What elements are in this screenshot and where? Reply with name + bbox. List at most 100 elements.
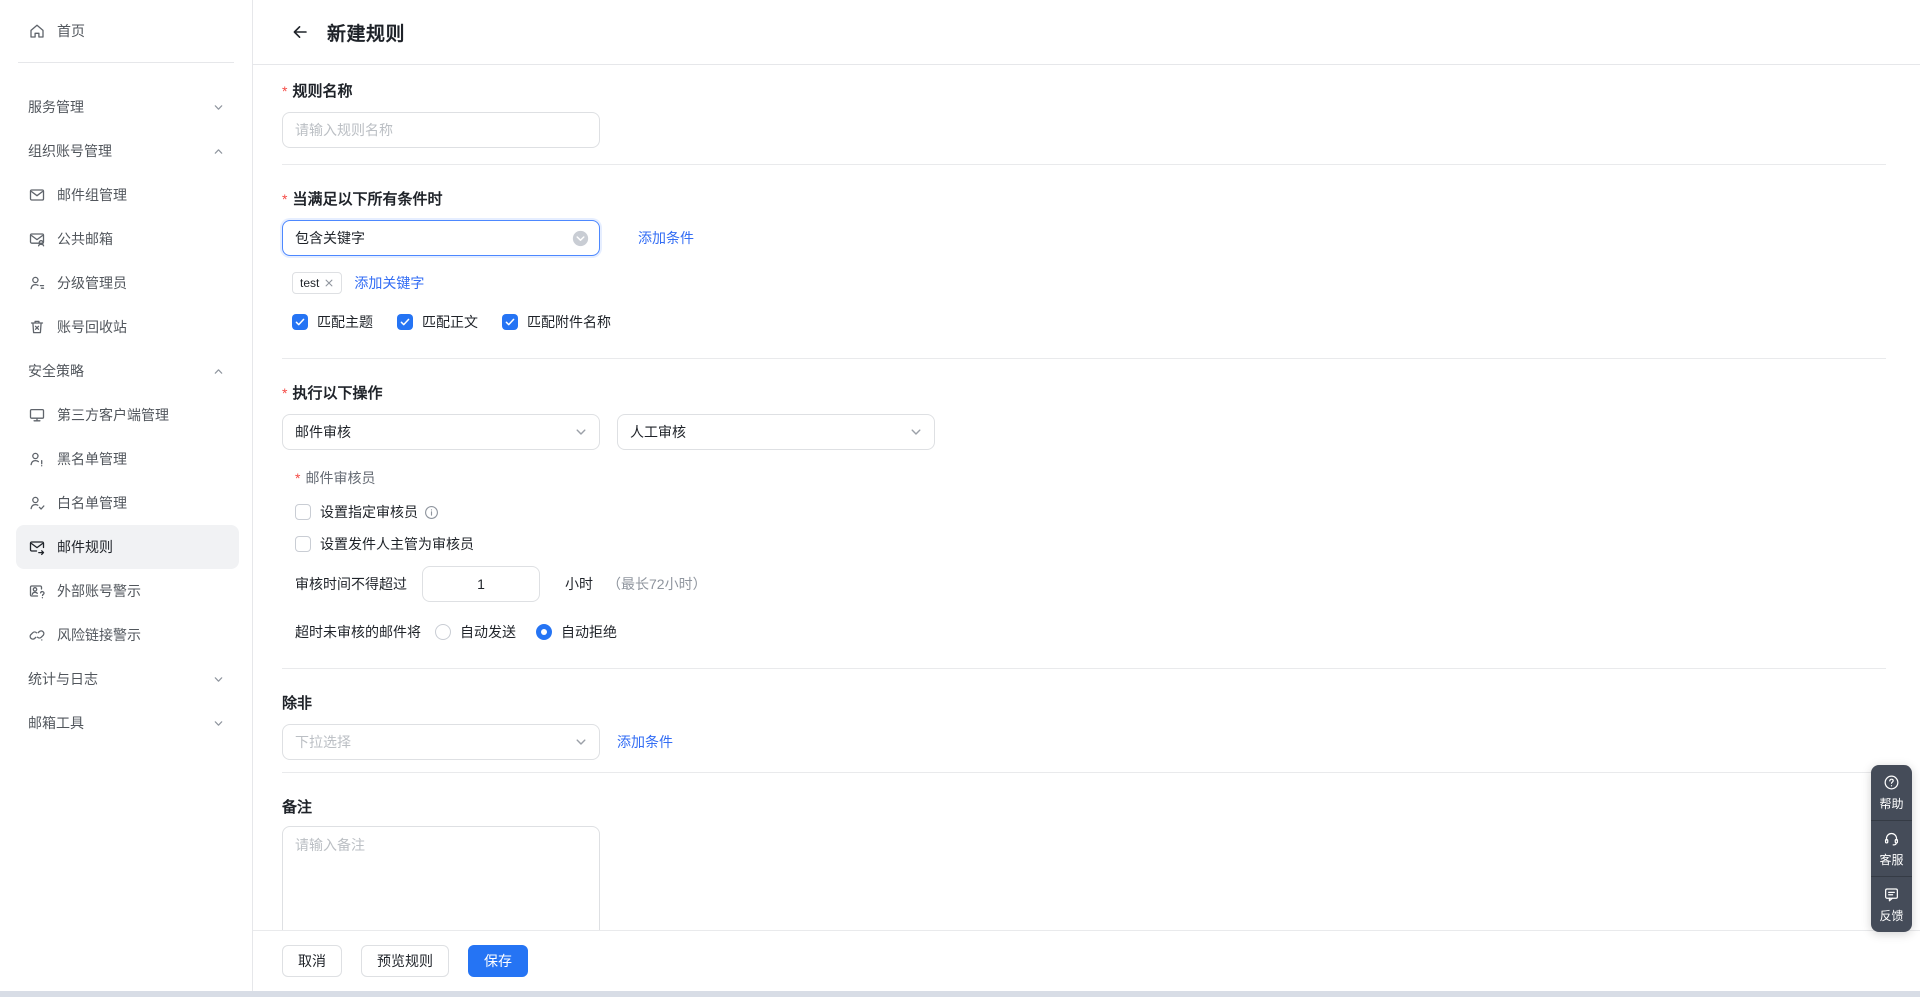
select-placeholder: 下拉选择 xyxy=(295,732,573,752)
except-row: 下拉选择 添加条件 xyxy=(282,724,1886,760)
rule-form: * 规则名称 * 当满足以下所有条件时 包含关键字 添加条件 xyxy=(253,65,1920,997)
app-window: 首页 服务管理 组织账号管理 邮件组管理 公共邮箱 分级管理员 账号回收站 xyxy=(0,0,1920,997)
save-button[interactable]: 保存 xyxy=(468,945,528,977)
checkbox-unchecked-icon[interactable] xyxy=(295,504,311,520)
review-hours-input[interactable] xyxy=(422,566,540,602)
whitelist-icon xyxy=(28,494,46,512)
sidebar-group-mailbox-tools[interactable]: 邮箱工具 xyxy=(0,701,252,745)
match-subject-checkbox[interactable]: 匹配主题 xyxy=(292,312,373,332)
select-value: 邮件审核 xyxy=(295,422,573,442)
customer-service-button[interactable]: 客服 xyxy=(1871,820,1912,876)
select-arrow-circle-icon xyxy=(572,230,589,247)
sidebar-item-grade-admin[interactable]: 分级管理员 xyxy=(0,261,252,305)
sidebar-item-third-party-client[interactable]: 第三方客户端管理 xyxy=(0,393,252,437)
timeout-prefix: 超时未审核的邮件将 xyxy=(295,622,421,642)
help-button[interactable]: 帮助 xyxy=(1871,765,1912,820)
radio-unchecked-icon[interactable] xyxy=(435,624,451,640)
sender-manager-reviewer-checkbox[interactable]: 设置发件人主管为审核员 xyxy=(295,534,1886,554)
info-icon[interactable] xyxy=(424,505,439,520)
auto-send-radio[interactable]: 自动发送 xyxy=(435,622,516,642)
action-selects-row: 邮件审核 人工审核 xyxy=(282,414,1886,450)
remark-label: 备注 xyxy=(282,797,1886,818)
feedback-label: 反馈 xyxy=(1879,907,1903,924)
external-account-alert-icon xyxy=(28,582,46,600)
checkbox-label: 匹配附件名称 xyxy=(527,312,611,332)
horizontal-scrollbar[interactable] xyxy=(0,991,1920,997)
sidebar-group-label: 组织账号管理 xyxy=(28,141,213,161)
add-keyword-link[interactable]: 添加关键字 xyxy=(354,273,424,293)
conditions-label: * 当满足以下所有条件时 xyxy=(282,189,1886,210)
checkbox-unchecked-icon[interactable] xyxy=(295,536,311,552)
add-except-condition-link[interactable]: 添加条件 xyxy=(617,732,673,752)
label-text: 规则名称 xyxy=(292,81,352,102)
feedback-button[interactable]: 反馈 xyxy=(1871,876,1912,932)
sidebar-group-service-management[interactable]: 服务管理 xyxy=(0,85,252,129)
auto-reject-radio[interactable]: 自动拒绝 xyxy=(536,622,617,642)
sidebar-group-stats-logs[interactable]: 统计与日志 xyxy=(0,657,252,701)
actions-label: * 执行以下操作 xyxy=(282,383,1886,404)
match-body-checkbox[interactable]: 匹配正文 xyxy=(397,312,478,332)
checkbox-checked-icon[interactable] xyxy=(502,314,518,330)
checkbox-label: 设置发件人主管为审核员 xyxy=(320,534,474,554)
sidebar-item-recycle-bin[interactable]: 账号回收站 xyxy=(0,305,252,349)
sidebar-item-external-account-alert[interactable]: 外部账号警示 xyxy=(0,569,252,613)
checkbox-label: 匹配主题 xyxy=(317,312,373,332)
remove-keyword-icon[interactable] xyxy=(324,278,334,288)
condition-type-select[interactable]: 包含关键字 xyxy=(282,220,600,256)
float-toolbar: 帮助 客服 反馈 xyxy=(1871,765,1912,932)
match-attachment-name-checkbox[interactable]: 匹配附件名称 xyxy=(502,312,611,332)
label-text: 邮件审核员 xyxy=(305,468,375,488)
time-unit: 小时 xyxy=(565,574,593,594)
sidebar-group-security-policy[interactable]: 安全策略 xyxy=(0,349,252,393)
except-label: 除非 xyxy=(282,693,1886,714)
assign-reviewer-checkbox[interactable]: 设置指定审核员 xyxy=(295,502,1886,522)
sidebar-item-label: 黑名单管理 xyxy=(57,449,224,469)
chevron-up-icon xyxy=(213,146,224,157)
back-button[interactable] xyxy=(290,22,310,42)
sidebar-item-home[interactable]: 首页 xyxy=(0,9,252,53)
radio-checked-icon[interactable] xyxy=(536,624,552,640)
match-options-row: 匹配主题 匹配正文 匹配附件名称 xyxy=(282,312,1886,332)
keyword-tag-text: test xyxy=(300,275,319,291)
home-icon xyxy=(28,22,46,40)
checkbox-checked-icon[interactable] xyxy=(397,314,413,330)
required-asterisk: * xyxy=(282,189,287,210)
sidebar-item-label: 分级管理员 xyxy=(57,273,224,293)
sidebar-group-org-account-management[interactable]: 组织账号管理 xyxy=(0,129,252,173)
condition-row: 包含关键字 添加条件 xyxy=(282,220,1886,256)
reviewer-settings: * 邮件审核员 设置指定审核员 设置发件人主管为审核员 审核时间不得超过 xyxy=(282,468,1886,642)
keyword-tag: test xyxy=(292,272,342,294)
required-asterisk: * xyxy=(282,383,287,404)
review-mode-select[interactable]: 人工审核 xyxy=(617,414,935,450)
sidebar-item-label: 风险链接警示 xyxy=(57,625,224,645)
sidebar-divider xyxy=(18,62,234,63)
add-condition-link[interactable]: 添加条件 xyxy=(638,228,694,248)
sidebar-item-public-mailbox[interactable]: 公共邮箱 xyxy=(0,217,252,261)
help-label: 帮助 xyxy=(1879,795,1903,812)
public-mailbox-icon xyxy=(28,230,46,248)
preview-rule-button[interactable]: 预览规则 xyxy=(361,945,449,977)
sidebar-item-label: 白名单管理 xyxy=(57,493,224,513)
sidebar-item-mail-rules[interactable]: 邮件规则 xyxy=(16,525,239,569)
select-value: 包含关键字 xyxy=(295,228,572,248)
label-text: 备注 xyxy=(282,797,312,818)
checkbox-checked-icon[interactable] xyxy=(292,314,308,330)
cancel-button[interactable]: 取消 xyxy=(282,945,342,977)
sidebar-item-risk-link-alert[interactable]: 风险链接警示 xyxy=(0,613,252,657)
grade-admin-icon xyxy=(28,274,46,292)
feedback-icon xyxy=(1883,886,1900,903)
sidebar-item-whitelist[interactable]: 白名单管理 xyxy=(0,481,252,525)
action-type-select[interactable]: 邮件审核 xyxy=(282,414,600,450)
page-title: 新建规则 xyxy=(327,19,405,46)
chevron-down-icon xyxy=(213,102,224,113)
page-header: 新建规则 xyxy=(253,0,1920,65)
sidebar-item-blacklist[interactable]: 黑名单管理 xyxy=(0,437,252,481)
sidebar-group-label: 邮箱工具 xyxy=(28,713,213,733)
checkbox-label: 匹配正文 xyxy=(422,312,478,332)
except-condition-select[interactable]: 下拉选择 xyxy=(282,724,600,760)
review-time-row: 审核时间不得超过 小时 （最长72小时） xyxy=(295,566,1886,602)
radio-label: 自动拒绝 xyxy=(561,622,617,642)
rule-name-input[interactable] xyxy=(282,112,600,148)
sidebar-item-mail-group[interactable]: 邮件组管理 xyxy=(0,173,252,217)
required-asterisk: * xyxy=(295,470,300,486)
